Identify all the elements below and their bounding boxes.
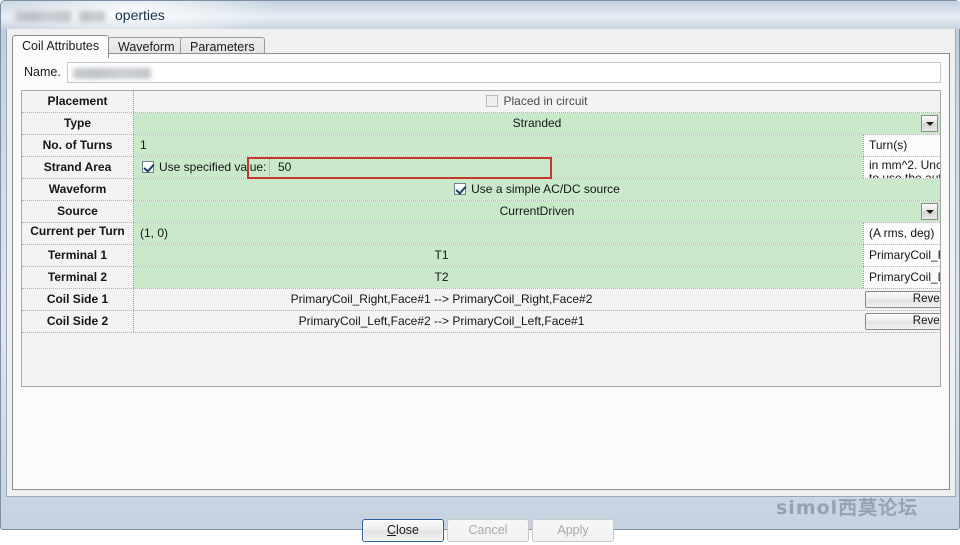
tab-coil-attributes[interactable]: Coil Attributes xyxy=(12,35,110,58)
dialog-window: operties Coil Attributes Waveform Parame… xyxy=(0,0,960,542)
strand-area-highlight-box xyxy=(247,157,552,179)
placed-in-circuit-checkbox[interactable] xyxy=(486,95,499,107)
row-label-coil-side-1-text: Coil Side 1 xyxy=(46,292,109,306)
name-input[interactable] xyxy=(67,62,941,83)
row-label-current-per-turn-text: Current per Turn xyxy=(30,224,125,238)
reverse-direction-button-coil-side-2[interactable]: Reverse Direction xyxy=(865,313,940,330)
title-bar[interactable]: operties xyxy=(1,1,960,29)
row-value-coil-side-2: PrimaryCoil_Left,Face#2 --> PrimaryCoil_… xyxy=(134,311,940,332)
table-row-current-per-turn: Current per Turn (1, 0) (A rms, deg) xyxy=(22,223,940,245)
redacted-title-part-1 xyxy=(15,10,71,22)
watermark: simol西莫论坛 xyxy=(776,497,919,519)
table-row-terminal-1: Terminal 1 T1 PrimaryCoil_Right,Face#1 xyxy=(22,245,940,267)
row-label-coil-side-2: Coil Side 2 xyxy=(22,311,134,332)
terminal-1-face: PrimaryCoil_Right,Face#1 xyxy=(863,245,940,266)
apply-button: Apply xyxy=(532,519,614,542)
current-per-turn-units: (A rms, deg) xyxy=(863,223,940,244)
redacted-title-part-2 xyxy=(79,10,105,22)
row-value-terminal-1[interactable]: T1 PrimaryCoil_Right,Face#1 xyxy=(134,245,940,266)
row-label-placement-text: Placement xyxy=(47,94,108,108)
row-label-coil-side-1: Coil Side 1 xyxy=(22,289,134,310)
terminal-2-face: PrimaryCoil_Left,Face#1 xyxy=(863,267,940,288)
placed-in-circuit-label: Placed in circuit xyxy=(503,94,588,108)
use-specified-value-checkbox-group[interactable]: Use specified value: xyxy=(142,157,266,178)
simple-ac-dc-source-label: Use a simple AC/DC source xyxy=(471,182,620,196)
dialog-client-area: Coil Attributes Waveform Parameters Name… xyxy=(6,29,956,542)
strand-area-cell-divider xyxy=(269,159,270,176)
terminal-1-value: T1 xyxy=(434,248,449,262)
window-title: operties xyxy=(15,5,165,25)
source-dropdown-arrow-icon[interactable] xyxy=(921,203,938,220)
placed-in-circuit-checkbox-group[interactable]: Placed in circuit xyxy=(134,91,940,112)
row-value-terminal-2[interactable]: T2 PrimaryCoil_Left,Face#1 xyxy=(134,267,940,288)
property-grid: Placement Placed in circuit Type Strande… xyxy=(21,90,941,387)
type-value: Stranded xyxy=(512,116,562,130)
table-row-placement: Placement Placed in circuit xyxy=(22,91,940,113)
no-of-turns-units: Turn(s) xyxy=(863,135,940,156)
tab-coil-attributes-label: Coil Attributes xyxy=(22,39,100,53)
strand-area-units: in mm^2. Uncheck the checkbox to use the… xyxy=(863,157,940,178)
simple-ac-dc-source-checkbox[interactable] xyxy=(454,183,467,195)
table-row-waveform: Waveform Use a simple AC/DC source xyxy=(22,179,940,201)
use-specified-value-label: Use specified value: xyxy=(159,160,267,174)
row-value-no-of-turns[interactable]: 1 Turn(s) xyxy=(134,135,940,156)
row-label-terminal-2: Terminal 2 xyxy=(22,267,134,288)
table-row-no-of-turns: No. of Turns 1 Turn(s) xyxy=(22,135,940,157)
row-label-terminal-1-text: Terminal 1 xyxy=(47,248,108,262)
close-button-mnemonic: C xyxy=(387,523,397,537)
row-label-strand-area-text: Strand Area xyxy=(43,160,112,174)
row-label-current-per-turn: Current per Turn xyxy=(22,223,134,244)
window-title-suffix: operties xyxy=(115,7,165,23)
redacted-name-value xyxy=(73,68,151,79)
row-value-current-per-turn[interactable]: (1, 0) (A rms, deg) xyxy=(134,223,940,244)
table-row-coil-side-1: Coil Side 1 PrimaryCoil_Right,Face#1 -->… xyxy=(22,289,940,311)
row-label-coil-side-2-text: Coil Side 2 xyxy=(46,314,109,328)
terminal-2-value: T2 xyxy=(434,270,449,284)
close-button-label: lose xyxy=(396,523,419,537)
row-label-waveform-text: Waveform xyxy=(48,182,107,196)
close-button[interactable]: Close xyxy=(362,519,444,542)
tab-waveform-label: Waveform xyxy=(118,40,175,54)
current-per-turn-value: (1, 0) xyxy=(140,226,169,240)
source-value: CurrentDriven xyxy=(499,204,575,218)
row-label-no-of-turns-text: No. of Turns xyxy=(42,138,113,152)
name-row: Name. xyxy=(21,62,941,84)
row-label-terminal-1: Terminal 1 xyxy=(22,245,134,266)
table-row-source: Source CurrentDriven xyxy=(22,201,940,223)
row-label-source-text: Source xyxy=(57,204,98,218)
coil-side-2-value: PrimaryCoil_Left,Face#2 --> PrimaryCoil_… xyxy=(298,314,585,328)
cancel-button: Cancel xyxy=(447,519,529,542)
row-label-type-text: Type xyxy=(63,116,92,130)
coil-side-1-value: PrimaryCoil_Right,Face#1 --> PrimaryCoil… xyxy=(290,292,593,306)
tab-panel-coil-attributes: Name. Placement Placed in circuit Type S… xyxy=(12,53,950,490)
row-label-strand-area: Strand Area xyxy=(22,157,134,178)
row-value-type[interactable]: Stranded xyxy=(134,113,940,134)
table-row-type: Type Stranded xyxy=(22,113,940,135)
row-value-waveform: Use a simple AC/DC source xyxy=(134,179,940,200)
table-row-strand-area: Strand Area Use specified value: 50 in m… xyxy=(22,157,940,179)
simple-ac-dc-source-checkbox-group[interactable]: Use a simple AC/DC source xyxy=(134,179,940,200)
row-value-coil-side-1: PrimaryCoil_Right,Face#1 --> PrimaryCoil… xyxy=(134,289,940,310)
tab-parameters-label: Parameters xyxy=(190,40,255,54)
row-label-placement: Placement xyxy=(22,91,134,112)
use-specified-value-checkbox[interactable] xyxy=(142,161,154,173)
row-label-waveform: Waveform xyxy=(22,179,134,200)
row-label-terminal-2-text: Terminal 2 xyxy=(47,270,108,284)
reverse-direction-button-coil-side-1[interactable]: Reverse Direction xyxy=(865,291,940,308)
row-value-source[interactable]: CurrentDriven xyxy=(134,201,940,222)
row-label-type: Type xyxy=(22,113,134,134)
strand-area-value[interactable]: 50 xyxy=(278,157,291,178)
table-row-coil-side-2: Coil Side 2 PrimaryCoil_Left,Face#2 --> … xyxy=(22,311,940,333)
name-label: Name. xyxy=(24,65,61,79)
row-value-placement: Placed in circuit xyxy=(134,91,940,112)
row-value-strand-area: Use specified value: 50 in mm^2. Uncheck… xyxy=(134,157,940,179)
row-label-no-of-turns: No. of Turns xyxy=(22,135,134,156)
table-row-terminal-2: Terminal 2 T2 PrimaryCoil_Left,Face#1 xyxy=(22,267,940,289)
type-dropdown-arrow-icon[interactable] xyxy=(921,115,938,132)
no-of-turns-value: 1 xyxy=(140,138,147,152)
row-label-source: Source xyxy=(22,201,134,222)
